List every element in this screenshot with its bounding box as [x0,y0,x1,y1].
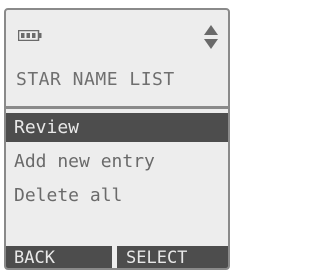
menu-item-review[interactable]: Review [6,113,228,142]
up-down-arrows-icon [204,25,218,49]
menu-item-add-new-entry[interactable]: Add new entry [6,147,228,176]
menu-item-delete-all[interactable]: Delete all [6,181,228,210]
phone-display: STAR NAME LIST Review Add new entry Dele… [0,0,234,273]
select-button[interactable]: SELECT [117,246,228,268]
title-divider [6,106,228,109]
softkey-bar: BACK SELECT [6,246,228,268]
back-button[interactable]: BACK [6,246,112,268]
lcd-screen: STAR NAME LIST Review Add new entry Dele… [4,8,230,270]
status-bar [6,10,228,60]
menu-title: STAR NAME LIST [16,69,175,90]
battery-icon [18,30,42,41]
